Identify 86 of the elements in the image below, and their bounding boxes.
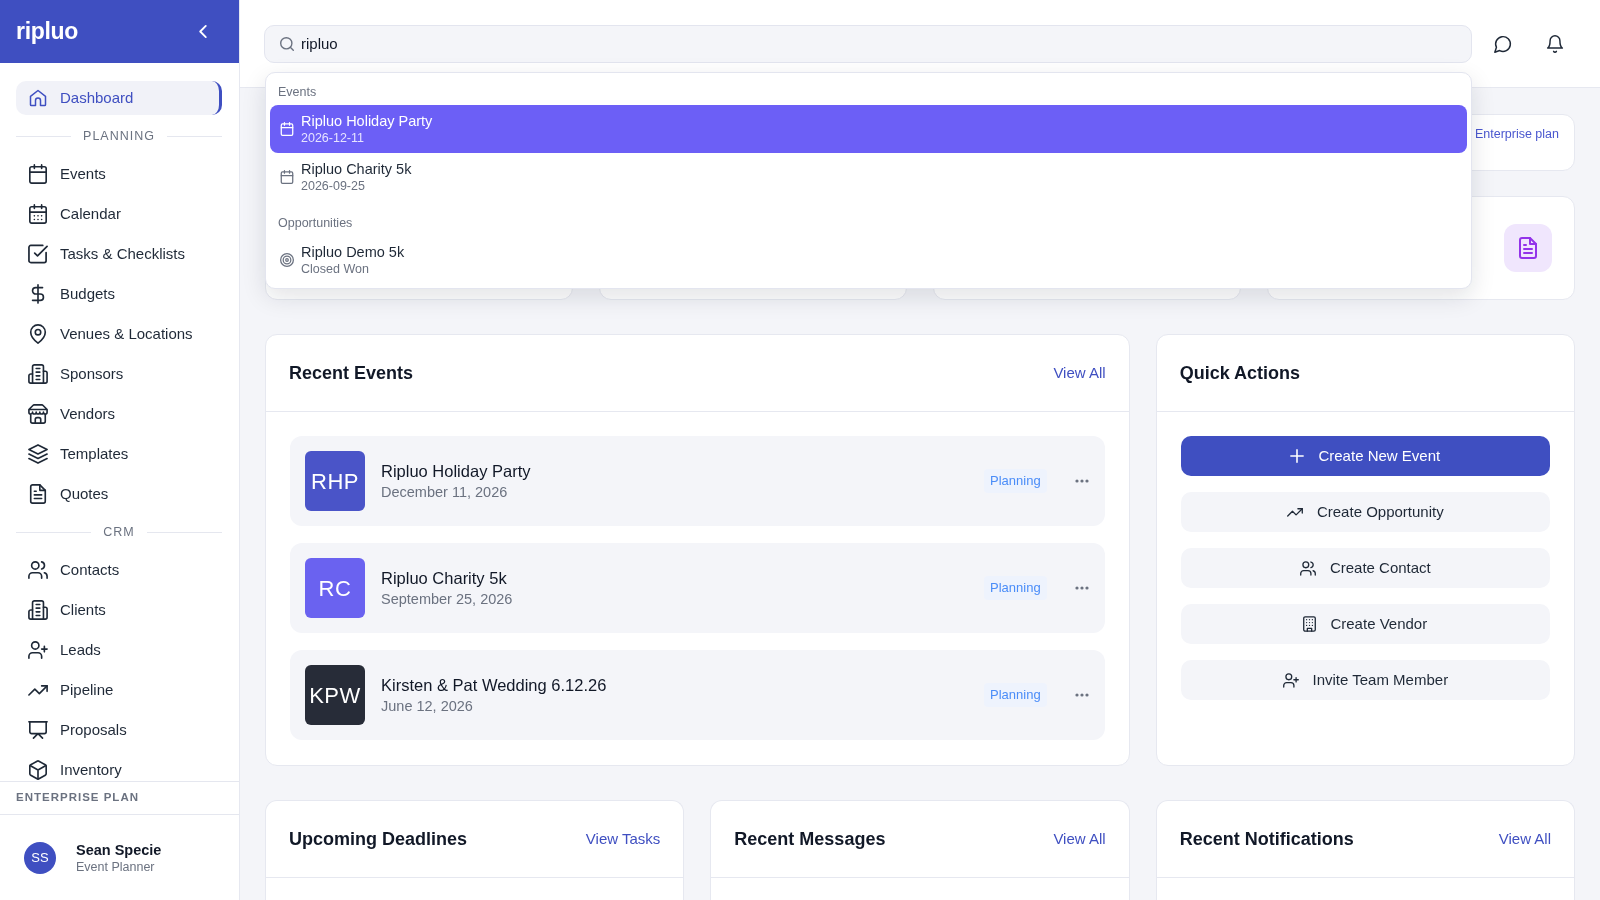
- search-field[interactable]: ripluo: [264, 24, 1472, 63]
- plan-label: ENTERPRISE PLAN: [16, 790, 139, 806]
- nav-item[interactable]: Quotes: [16, 483, 222, 505]
- search-icon: [280, 36, 294, 51]
- user-plus-icon: [1282, 672, 1299, 688]
- card-title: Quick Actions: [1179, 361, 1300, 385]
- logo: ripluo: [16, 20, 79, 43]
- event-title: Ripluo Holiday Party: [381, 460, 531, 482]
- nav-item[interactable]: Templates: [16, 443, 222, 465]
- group-heading: Opportunities: [277, 215, 354, 232]
- store-icon: [28, 404, 48, 424]
- event-avatar: KPW: [305, 665, 365, 725]
- calendar-icon: [280, 170, 294, 184]
- view-link[interactable]: View All: [1053, 827, 1106, 851]
- group-heading: Events: [277, 84, 318, 101]
- status-badge: Planning: [984, 469, 1047, 493]
- building-icon: [28, 600, 48, 620]
- event-date: September 25, 2026: [381, 589, 513, 609]
- event-title: Ripluo Charity 5k: [381, 567, 508, 589]
- user-plus-icon: [28, 640, 48, 660]
- card-title: Upcoming Deadlines: [289, 827, 468, 851]
- nav-item[interactable]: Clients: [16, 599, 222, 621]
- bell-icon[interactable]: [1546, 34, 1564, 53]
- search-result[interactable]: Ripluo Demo 5k Closed Won: [270, 236, 1467, 284]
- card-title: Recent Notifications: [1179, 827, 1354, 851]
- action-button[interactable]: Invite Team Member: [1180, 660, 1550, 700]
- nav-item[interactable]: Events: [16, 163, 222, 185]
- collapse-icon[interactable]: [199, 25, 207, 38]
- status-badge: Planning: [984, 683, 1047, 707]
- search-result[interactable]: Ripluo Charity 5k 2026-09-25: [270, 153, 1467, 201]
- nav-item[interactable]: Proposals: [16, 719, 222, 741]
- nav-item[interactable]: Contacts: [16, 559, 222, 581]
- nav-item[interactable]: Inventory: [16, 759, 222, 781]
- trend-up-icon: [1286, 507, 1303, 517]
- section-heading: PLANNING: [83, 128, 155, 145]
- user-avatar: SS: [24, 841, 56, 874]
- event-avatar: RC: [305, 558, 365, 618]
- ellipsis-icon[interactable]: [1074, 693, 1089, 697]
- users-icon: [1299, 560, 1316, 576]
- ellipsis-icon[interactable]: [1074, 479, 1089, 483]
- nav-item[interactable]: Pipeline: [16, 679, 222, 701]
- section-heading: CRM: [103, 524, 135, 541]
- checkbox-icon: [28, 244, 48, 264]
- building-icon: [28, 364, 48, 384]
- view-link[interactable]: View All: [1498, 827, 1551, 851]
- calendar-icon: [28, 204, 48, 224]
- card-title: Recent Messages: [734, 827, 886, 851]
- nav-item[interactable]: Leads: [16, 639, 222, 661]
- layers-icon: [28, 444, 48, 464]
- card-title: Recent Events: [289, 361, 414, 385]
- event-date: December 11, 2026: [381, 482, 509, 502]
- building-icon: [1303, 616, 1317, 632]
- nav-item[interactable]: Calendar: [16, 203, 222, 225]
- package-icon: [28, 760, 48, 780]
- map-pin-icon: [28, 324, 48, 344]
- nav-item[interactable]: Tasks & Checklists: [16, 243, 222, 265]
- calendar-icon: [280, 122, 294, 136]
- search-result[interactable]: Ripluo Holiday Party 2026-12-11: [270, 105, 1467, 153]
- nav-item[interactable]: Sponsors: [16, 363, 222, 385]
- view-link[interactable]: View All: [1053, 361, 1106, 385]
- action-button[interactable]: Create Opportunity: [1180, 492, 1550, 532]
- calendar-icon: [28, 164, 48, 184]
- event-avatar: RHP: [305, 451, 365, 511]
- home-icon: [28, 88, 48, 108]
- user-role: Event Planner: [76, 858, 156, 875]
- chat-bubble-icon[interactable]: [1494, 34, 1512, 53]
- action-button[interactable]: Create Vendor: [1180, 604, 1550, 644]
- target-icon: [280, 253, 294, 267]
- primary-action-button[interactable]: Create New Event: [1180, 436, 1550, 476]
- plan-link[interactable]: Enterprise plan: [1474, 125, 1559, 143]
- nav-item[interactable]: Venues & Locations: [16, 323, 222, 345]
- document-icon: [1504, 224, 1552, 272]
- user-name: Sean Specie: [76, 840, 162, 859]
- event-title: Kirsten & Pat Wedding 6.12.26: [381, 674, 607, 696]
- users-icon: [28, 560, 48, 580]
- view-link[interactable]: View Tasks: [585, 827, 661, 851]
- plus-icon: [1290, 449, 1305, 463]
- status-badge: Planning: [984, 576, 1047, 600]
- document-icon: [28, 484, 48, 504]
- ellipsis-icon[interactable]: [1074, 586, 1089, 590]
- nav-item[interactable]: Vendors: [16, 403, 222, 425]
- nav-item[interactable]: Dashboard: [16, 81, 222, 115]
- event-date: June 12, 2026: [381, 696, 474, 716]
- presentation-icon: [28, 720, 48, 740]
- action-button[interactable]: Create Contact: [1180, 548, 1550, 588]
- nav-item[interactable]: Budgets: [16, 283, 222, 305]
